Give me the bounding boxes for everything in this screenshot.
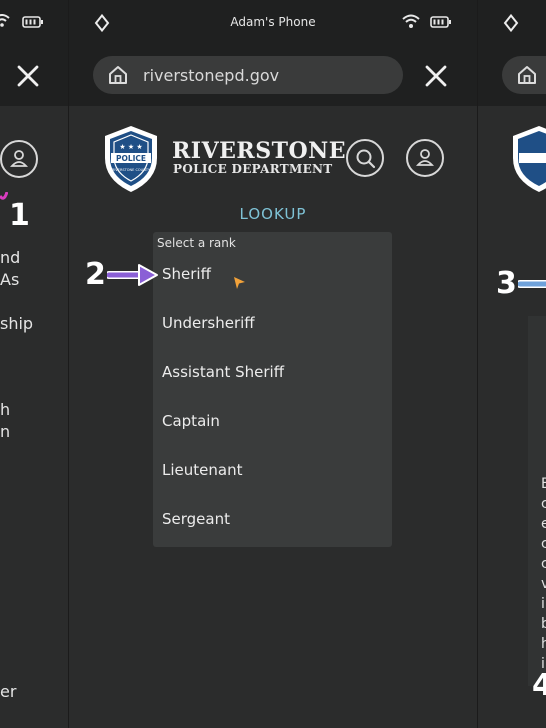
left-phone-panel: 1 nd As ship h n er [0,0,68,728]
wifi-icon [402,14,420,28]
arrow-right-icon [518,280,546,288]
url-text: riverstonepd.gov [143,65,280,85]
rank-dropdown-menu[interactable]: Select a rank Sheriff Undersheriff Assis… [153,232,392,547]
police-badge-logo: ★ ★ ★ POLICE RIVERSTONE COUNTY [105,126,157,192]
rank-option-lieutenant[interactable]: Lieutenant [162,461,242,479]
left-text-6: er [0,682,17,701]
status-bar [478,0,546,46]
arrow-right-icon [107,264,158,286]
close-icon[interactable] [424,64,448,88]
search-button[interactable] [346,139,384,177]
browser-bar [0,46,68,106]
left-text-5: n [0,422,11,441]
status-bar: Adam's Phone [69,0,477,46]
cursor-icon [234,277,245,289]
diamond-icon [503,14,519,32]
right-phone-panel: 3 E c e c c v i b h i 4 [478,0,546,728]
card-text-line: i [541,596,545,612]
brand-title: RIVERSTONE [172,138,346,164]
callout-1: 1 [9,198,30,233]
close-icon[interactable] [16,64,40,88]
browser-bar [478,46,546,106]
callout-4: 4 [532,668,546,703]
left-text-2: As [0,270,20,289]
rank-option-captain[interactable]: Captain [162,412,220,430]
left-text-1: nd [0,248,21,267]
account-button[interactable] [0,140,38,178]
rank-option-undersheriff[interactable]: Undersheriff [162,314,255,332]
callout-2: 2 [85,257,106,292]
home-icon[interactable] [108,65,128,85]
card-text-line: v [541,576,546,592]
left-text-4: h [0,400,11,419]
card-text-line: c [541,556,546,572]
rank-option-assistant-sheriff[interactable]: Assistant Sheriff [162,363,284,381]
left-text-3: ship [0,314,34,333]
home-icon[interactable] [517,65,537,85]
card-text-line: b [541,616,546,632]
card-text-line: e [541,516,546,532]
card-text-line: h [541,636,546,652]
police-badge-logo [513,126,546,192]
card-text-line: c [541,536,546,552]
rank-option-sergeant[interactable]: Sergeant [162,510,230,528]
callout-3: 3 [496,266,517,301]
battery-icon [430,16,451,28]
badge-text: POLICE [116,154,146,163]
center-phone-panel: Adam's Phone riverstonepd.gov ★ ★ ★ POLI… [69,0,477,728]
wifi-icon [0,14,10,27]
brand-subtitle: POLICE DEPARTMENT [173,162,333,176]
card-text-line: c [541,496,546,512]
user-icon [10,150,28,167]
rank-option-sheriff[interactable]: Sheriff [162,265,211,283]
account-button[interactable] [406,139,444,177]
battery-icon [22,16,43,28]
magenta-pointer-icon [0,192,8,200]
card-text-line: E [541,476,546,492]
dropdown-header: Select a rank [157,236,236,250]
search-icon [356,149,376,169]
user-icon [416,149,434,166]
svg-text:★ ★ ★: ★ ★ ★ [119,143,142,151]
badge-subtext: RIVERSTONE COUNTY [112,168,151,172]
address-bar[interactable]: riverstonepd.gov [93,56,403,94]
lookup-label: LOOKUP [239,205,307,223]
status-bar [0,0,68,46]
address-bar[interactable] [502,56,546,94]
browser-bar: riverstonepd.gov [69,46,477,106]
